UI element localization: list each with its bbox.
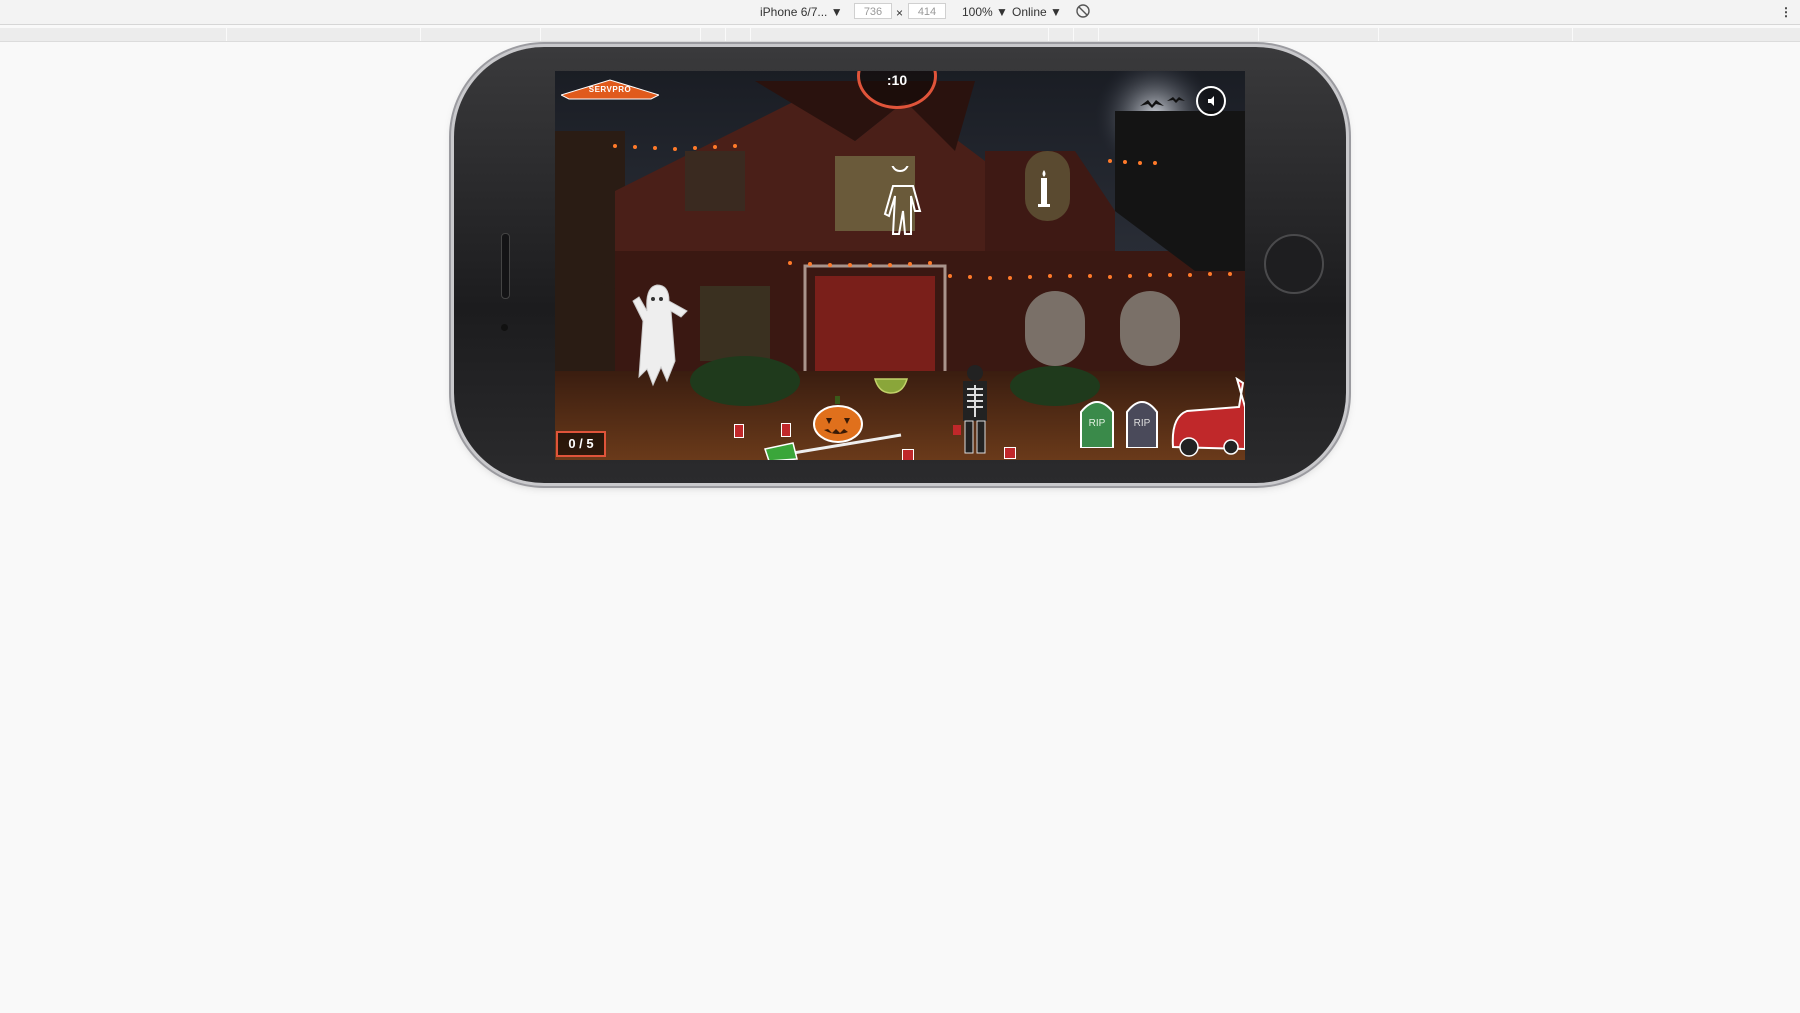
ruler-divider [1098, 28, 1099, 41]
tombstone-green[interactable]: RIP [1079, 396, 1115, 448]
ruler-divider [1258, 28, 1259, 41]
ruler-divider [1572, 28, 1573, 41]
chevron-down-icon: ▼ [996, 5, 1008, 19]
timer-text: :10 [886, 72, 908, 88]
red-candle[interactable] [734, 424, 744, 438]
network-select[interactable]: Online ▼ [1012, 4, 1062, 20]
tombstone-gray[interactable]: RIP [1125, 396, 1159, 448]
logo-text: SERVPRO [588, 85, 632, 94]
more-options-button[interactable]: ⋮ [1780, 4, 1792, 20]
red-candle[interactable] [1004, 447, 1016, 459]
device-select-label: iPhone 6/7... [760, 5, 828, 19]
speaker-slot [501, 233, 510, 299]
chevron-down-icon: ▼ [830, 5, 843, 19]
media-query-bar[interactable] [0, 28, 1800, 42]
ruler-divider [1048, 28, 1049, 41]
rotate-icon [1076, 4, 1090, 18]
device-toolbar: iPhone 6/7... ▼ 736 × 414 100% ▼ Online … [0, 0, 1800, 25]
height-input[interactable]: 414 [908, 3, 946, 19]
web-window [1120, 291, 1180, 366]
network-select-label: Online [1012, 5, 1047, 19]
candy-bowl[interactable] [873, 375, 909, 395]
width-input[interactable]: 736 [854, 3, 892, 19]
sound-toggle-button[interactable] [1196, 86, 1226, 116]
zoom-select[interactable]: 100% ▼ [962, 4, 1008, 20]
side-window [685, 151, 745, 211]
red-candle[interactable] [902, 449, 914, 460]
ruler-divider [700, 28, 701, 41]
ruler-divider [1073, 28, 1074, 41]
skeleton-costume[interactable] [953, 363, 997, 455]
servpro-logo: SERVPRO [561, 77, 659, 101]
ghost-figure[interactable] [629, 281, 689, 391]
game-viewport[interactable]: RIP RIP SERVPRO :10 0 / 5 [555, 71, 1245, 460]
speaker-icon [1208, 96, 1214, 106]
rotate-button[interactable] [1075, 3, 1091, 19]
ruler-divider [750, 28, 751, 41]
zombie-silhouette[interactable] [875, 166, 935, 236]
tombstone-left-label: RIP [1089, 418, 1106, 429]
dimension-separator: × [896, 6, 904, 20]
ruler-divider [1378, 28, 1379, 41]
ruler-divider [540, 28, 541, 41]
score-counter: 0 / 5 [556, 431, 606, 457]
lower-window [700, 286, 770, 361]
ruler-divider [226, 28, 227, 41]
bush [690, 356, 800, 406]
home-button[interactable] [1264, 234, 1324, 294]
device-select[interactable]: iPhone 6/7... ▼ [760, 4, 843, 20]
candle-silhouette[interactable] [1036, 168, 1052, 208]
front-door [815, 276, 935, 371]
chevron-down-icon: ▼ [1050, 5, 1062, 19]
zoom-select-label: 100% [962, 5, 993, 19]
red-candle[interactable] [781, 423, 791, 437]
web-window [1025, 291, 1085, 366]
lawn-mower[interactable] [1167, 377, 1245, 457]
camera-icon [501, 324, 508, 331]
ruler-divider [725, 28, 726, 41]
ruler-divider [420, 28, 421, 41]
tombstone-right-label: RIP [1134, 418, 1151, 429]
